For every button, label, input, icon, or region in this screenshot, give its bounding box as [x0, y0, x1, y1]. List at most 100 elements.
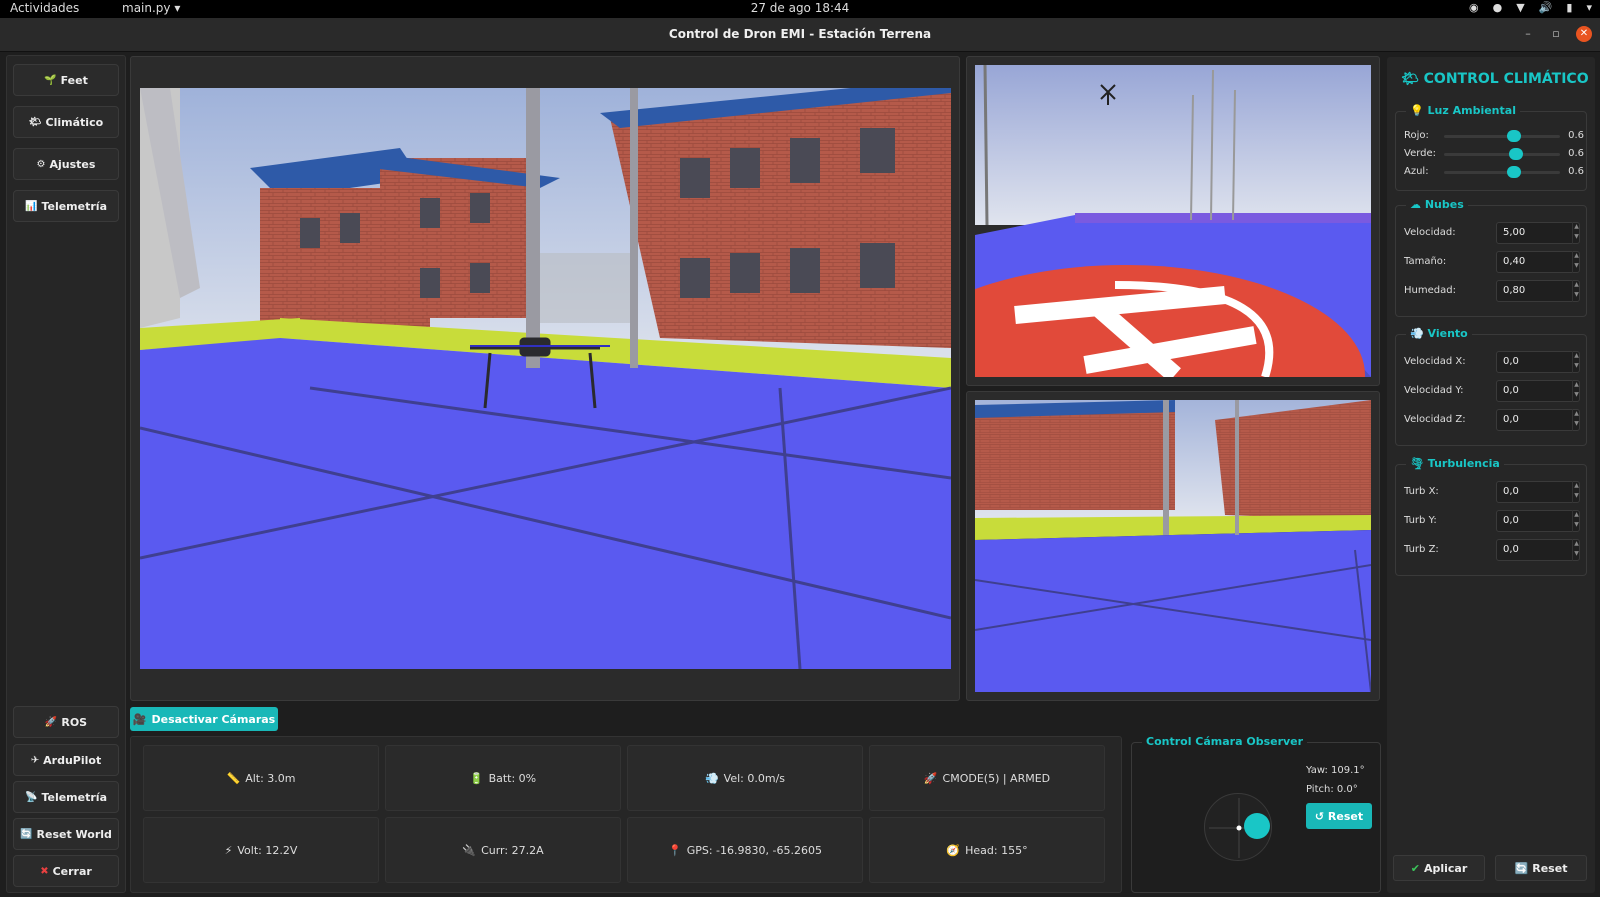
current-readout: 🔌 Curr: 27.2A: [385, 817, 621, 883]
minimize-button[interactable]: –: [1520, 26, 1536, 42]
spin-buttons[interactable]: ▲ ▼: [1572, 539, 1580, 561]
pin-icon: 📍: [668, 843, 682, 857]
wind-z-field[interactable]: Velocidad Z: 0,0 ▲ ▼: [1404, 409, 1584, 431]
wind-y-field[interactable]: Velocidad Y: 0,0 ▲ ▼: [1404, 380, 1584, 402]
wind-y-input[interactable]: 0,0: [1496, 380, 1580, 402]
clouds-speed-field[interactable]: Velocidad: 5,00 ▲ ▼: [1404, 222, 1584, 244]
battery-readout: 🔋 Batt: 0%: [385, 745, 621, 811]
telemetry-panel: 📏 Alt: 3.0m 🔋 Batt: 0% 💨 Vel: 0.0m/s 🚀 C…: [130, 736, 1122, 893]
system-tray[interactable]: ◉ ● ▼ 🔊 ▮ ▾: [1469, 1, 1592, 14]
turb-x-input[interactable]: 0,0: [1496, 481, 1580, 503]
clouds-humidity-input[interactable]: 0,80: [1496, 280, 1580, 302]
rocket-icon: 🚀: [44, 716, 58, 728]
telemetria-button[interactable]: 📡 Telemetría: [13, 781, 119, 813]
camera-icon: 🎥: [132, 712, 147, 726]
slider-handle[interactable]: [1508, 148, 1523, 160]
nav-label: ROS: [61, 715, 88, 729]
climate-panel: 🌤 CONTROL CLIMÁTICO 💡 Luz Ambiental Rojo…: [1387, 57, 1595, 893]
slider-handle[interactable]: [1506, 166, 1521, 178]
main-camera-panel: [130, 56, 960, 701]
slider-label: Verde:: [1404, 148, 1437, 159]
turb-x-field[interactable]: Turb X: 0,0 ▲ ▼: [1404, 481, 1584, 503]
main-camera-view[interactable]: [140, 88, 951, 669]
slider-track[interactable]: [1444, 153, 1560, 156]
wind-z-input[interactable]: 0,0: [1496, 409, 1580, 431]
network-icon[interactable]: ◉: [1469, 1, 1479, 14]
close-window-button[interactable]: ✕: [1576, 26, 1592, 42]
spin-buttons[interactable]: ▲ ▼: [1572, 251, 1580, 273]
slider-value: 0.6: [1568, 166, 1584, 177]
leaf-icon: 🌱: [44, 74, 57, 86]
follow-camera-view[interactable]: [975, 400, 1371, 692]
spin-buttons[interactable]: ▲ ▼: [1572, 510, 1580, 532]
field-label: Turb Z:: [1404, 544, 1439, 555]
turb-z-input[interactable]: 0,0: [1496, 539, 1580, 561]
ros-button[interactable]: 🚀 ROS: [13, 706, 119, 738]
clouds-humidity-field[interactable]: Humedad: 0,80 ▲ ▼: [1404, 280, 1584, 302]
color-icon[interactable]: ●: [1493, 1, 1503, 14]
spin-buttons[interactable]: ▲ ▼: [1572, 481, 1580, 503]
turb-z-field[interactable]: Turb Z: 0,0 ▲ ▼: [1404, 539, 1584, 561]
window-title: Control de Dron EMI - Estación Terrena: [668, 27, 932, 41]
light-group-title: 💡 Luz Ambiental: [1406, 104, 1520, 117]
clouds-speed-input[interactable]: 5,00: [1496, 222, 1580, 244]
reset-world-button[interactable]: 🔄 Reset World: [13, 818, 119, 850]
slider-track[interactable]: [1444, 135, 1560, 138]
slider-handle[interactable]: [1506, 130, 1521, 142]
clock[interactable]: 27 de ago 18:44: [700, 1, 900, 15]
chevron-down-icon[interactable]: ▾: [1586, 1, 1592, 14]
spin-buttons[interactable]: ▲ ▼: [1572, 222, 1580, 244]
altitude-readout: 📏 Alt: 3.0m: [143, 745, 379, 811]
wind-icon: 💨: [704, 771, 719, 785]
slider-label: Rojo:: [1404, 130, 1429, 141]
restore-button[interactable]: ▫: [1548, 26, 1564, 42]
spin-buttons[interactable]: ▲ ▼: [1572, 351, 1580, 373]
spin-buttons[interactable]: ▲ ▼: [1572, 409, 1580, 431]
plane-icon: ✈: [30, 754, 40, 766]
camera-joystick[interactable]: [1204, 793, 1272, 861]
nav-climatico-button[interactable]: 🌤 Climático: [13, 106, 119, 138]
slider-red[interactable]: Rojo: 0.6: [1404, 128, 1584, 144]
app-menu[interactable]: main.py ▾: [122, 1, 180, 15]
clouds-size-input[interactable]: 0,40: [1496, 251, 1580, 273]
spin-buttons[interactable]: ▲ ▼: [1572, 380, 1580, 402]
weather-icon: 🌤: [1401, 71, 1424, 87]
top-camera-view[interactable]: [975, 65, 1371, 377]
nav-feet-button[interactable]: 🌱 Feet: [13, 64, 119, 96]
battery-tray-icon[interactable]: ▮: [1566, 1, 1572, 14]
turb-y-input[interactable]: 0,0: [1496, 510, 1580, 532]
wifi-icon[interactable]: ▼: [1516, 1, 1524, 14]
nav-telemetria-button[interactable]: 📊 Telemetría: [13, 190, 119, 222]
compass-icon: 🧭: [946, 843, 961, 857]
apply-button[interactable]: ✔ Aplicar: [1393, 855, 1485, 881]
volume-icon[interactable]: 🔊: [1539, 1, 1553, 14]
altitude-icon: 📏: [226, 771, 241, 785]
check-icon: ✔: [1410, 861, 1420, 875]
left-nav: 🌱 Feet 🌤 Climático ⚙ Ajustes 📊 Telemetrí…: [6, 55, 126, 893]
observer-reset-button[interactable]: ↺ Reset: [1306, 803, 1372, 829]
slider-blue[interactable]: Azul: 0.6: [1404, 164, 1584, 180]
clouds-size-field[interactable]: Tamaño: 0,40 ▲ ▼: [1404, 251, 1584, 273]
wind-x-field[interactable]: Velocidad X: 0,0 ▲ ▼: [1404, 351, 1584, 373]
clouds-group-title: ☁ Nubes: [1406, 198, 1468, 211]
activities-button[interactable]: Actividades: [10, 1, 79, 15]
field-label: Velocidad Z:: [1404, 414, 1466, 425]
nav-label: Feet: [60, 73, 88, 87]
cerrar-button[interactable]: ✖ Cerrar: [13, 855, 119, 887]
toggle-cameras-button[interactable]: 🎥 Desactivar Cámaras: [130, 707, 278, 731]
slider-track[interactable]: [1444, 171, 1560, 174]
window-title-bar: Control de Dron EMI - Estación Terrena –…: [0, 18, 1600, 52]
wind-x-input[interactable]: 0,0: [1496, 351, 1580, 373]
field-label: Velocidad Y:: [1404, 385, 1464, 396]
slider-green[interactable]: Verde: 0.6: [1404, 146, 1584, 162]
turbulence-group: 🌪 Turbulencia Turb X: 0,0 ▲ ▼ Turb Y: 0,0…: [1395, 457, 1587, 576]
field-label: Tamaño:: [1404, 256, 1447, 267]
spin-buttons[interactable]: ▲ ▼: [1572, 280, 1580, 302]
field-label: Humedad:: [1404, 285, 1456, 296]
climate-reset-button[interactable]: 🔄 Reset: [1495, 855, 1587, 881]
nav-ajustes-button[interactable]: ⚙ Ajustes: [13, 148, 119, 180]
ardupilot-button[interactable]: ✈ ArduPilot: [13, 744, 119, 776]
weather-icon: 🌤: [28, 116, 42, 128]
turb-y-field[interactable]: Turb Y: 0,0 ▲ ▼: [1404, 510, 1584, 532]
clouds-group: ☁ Nubes Velocidad: 5,00 ▲ ▼ Tamaño: 0,40 …: [1395, 198, 1587, 317]
